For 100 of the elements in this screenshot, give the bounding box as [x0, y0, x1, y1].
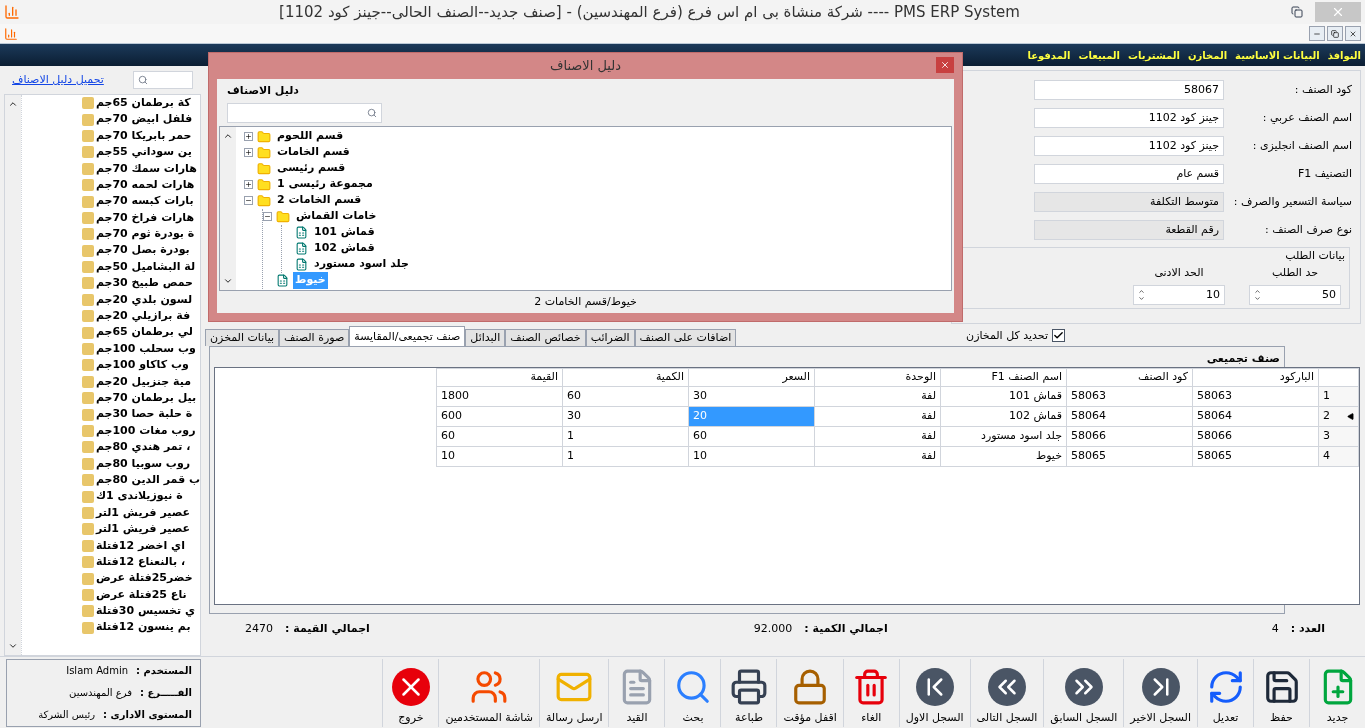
toolbar-button[interactable]: بحث	[664, 658, 721, 727]
tree-item[interactable]: مجموعة رئيسى 1	[275, 176, 375, 193]
column-header[interactable]: اسم الصنف F1	[940, 368, 1067, 387]
toolbar-button[interactable]: السجل التالى	[969, 658, 1044, 727]
list-item[interactable]: لسون بلدي 20جم	[95, 291, 193, 309]
tree-item[interactable]: جلد اسود مستورد	[312, 256, 411, 273]
toolbar-button[interactable]: الغاء	[842, 658, 899, 727]
column-header[interactable]: كود الصنف	[1066, 368, 1193, 387]
column-header[interactable]: السعر	[688, 368, 815, 387]
list-item[interactable]: هارات فراخ 70جم	[95, 209, 195, 227]
toolbar-button[interactable]: خروج	[382, 658, 439, 727]
tree-item[interactable]: قماش 101	[312, 224, 377, 241]
menu-item[interactable]: المدفوعا	[1027, 47, 1071, 63]
list-item[interactable]: بيل برطمان 70جم	[95, 390, 197, 407]
tree-item[interactable]: خامات القماش	[294, 208, 379, 225]
list-item[interactable]: لي برطمان 65جم	[95, 324, 193, 341]
column-header[interactable]: الباركود	[1192, 368, 1319, 387]
row-header[interactable]: 1	[1318, 386, 1359, 407]
tab[interactable]: بيانات المخزن	[205, 329, 279, 346]
text-field[interactable]: قسم عام	[1034, 164, 1224, 184]
list-item[interactable]: ، تمر هندي 80جم	[95, 439, 191, 456]
list-item[interactable]: خضر25فتلة عرض	[95, 570, 193, 587]
list-item[interactable]: ناع 25فتلة عرض	[95, 586, 187, 604]
tab[interactable]: البدائل	[465, 329, 506, 346]
expand-icon[interactable]	[244, 148, 253, 157]
row-header[interactable]: 3	[1318, 426, 1359, 447]
list-item[interactable]: ين سوداني 55جم	[95, 144, 192, 161]
text-field[interactable]: جينز كود 1102	[1034, 136, 1224, 156]
column-header[interactable]: القيمة	[436, 368, 563, 387]
column-header[interactable]: الوحدة	[814, 368, 941, 387]
load-catalog-link[interactable]: تحميل دليل الاصناف	[12, 71, 104, 89]
search-field[interactable]	[133, 71, 193, 89]
toolbar-button[interactable]: القيد	[608, 658, 665, 727]
menu-item[interactable]: البيانات الاساسية	[1235, 47, 1320, 63]
expand-icon[interactable]	[244, 180, 253, 189]
toolbar-button[interactable]: السجل الاول	[898, 658, 970, 727]
column-header[interactable]: الكمية	[562, 368, 689, 387]
text-field[interactable]: متوسط التكلفة	[1034, 192, 1224, 212]
list-item[interactable]: ة بودرة ثوم 70جم	[95, 226, 195, 243]
list-item[interactable]: اي اخضر 12فتلة	[95, 537, 185, 554]
list-item[interactable]: روب مغات 100جم	[95, 422, 196, 440]
row-header[interactable]: 2	[1318, 406, 1359, 427]
toolbar-button[interactable]: شاشة المستخدمين	[438, 658, 539, 727]
close-button[interactable]	[1345, 26, 1361, 41]
list-item[interactable]: فة برازيلي 20جم	[95, 308, 191, 325]
tab[interactable]: خصائص الصنف	[505, 329, 586, 346]
tab[interactable]: الضرائب	[585, 329, 635, 346]
list-item[interactable]: مية جنزبيل 20جم	[95, 373, 192, 391]
expand-icon[interactable]	[244, 132, 253, 141]
tree-item[interactable]: قسم اللحوم	[275, 128, 346, 145]
restore-icon[interactable]	[1291, 6, 1303, 18]
text-field[interactable]: 58067	[1034, 80, 1224, 100]
checkbox[interactable]	[1052, 329, 1065, 343]
list-item[interactable]: هارات سمك 70جم	[95, 160, 197, 177]
tab[interactable]: اضافات على الصنف	[634, 329, 737, 346]
list-item[interactable]: فلفل ابيض 70جم	[95, 111, 193, 128]
toolbar-button[interactable]: اقفل مؤقت	[776, 658, 843, 727]
toolbar-button[interactable]: تعديل	[1197, 658, 1253, 727]
list-item[interactable]: ب قمر الدين 80جم	[95, 471, 200, 489]
list-item[interactable]: وب كاكاو 100جم	[95, 357, 189, 374]
list-item[interactable]: حمص طبيخ 30جم	[95, 275, 193, 292]
list-item[interactable]: هارات لحمه 70جم	[95, 176, 195, 194]
toolbar-button[interactable]: السجل الاخير	[1123, 658, 1197, 727]
list-item[interactable]: ة نيوزيلاندى 1ك	[95, 488, 183, 505]
restore-button[interactable]	[1327, 26, 1343, 41]
list-item[interactable]: ي تخسيس 30فتلة	[95, 603, 196, 620]
text-field[interactable]: جينز كود 1102	[1034, 108, 1224, 128]
list-item[interactable]: كة برطمان 65جم	[95, 94, 191, 112]
toolbar-button[interactable]: جديد	[1309, 658, 1365, 727]
tab[interactable]: صورة الصنف	[279, 329, 350, 346]
toolbar-button[interactable]: طباعة	[720, 658, 777, 727]
toolbar-button[interactable]: حفظ	[1253, 658, 1309, 727]
row-header[interactable]: 4	[1318, 446, 1359, 467]
list-item[interactable]: ة حلبة حصا 30جم	[95, 406, 193, 423]
tree-item[interactable]: قسم الخامات 2	[275, 192, 364, 209]
scroll-down-icon[interactable]	[223, 276, 233, 286]
text-field[interactable]: رقم القطعة	[1034, 220, 1224, 240]
collapse-icon[interactable]	[263, 212, 272, 221]
number-spinner[interactable]: 50	[1249, 285, 1341, 305]
scroll-down-icon[interactable]	[7, 641, 18, 651]
search-field[interactable]	[227, 102, 382, 123]
tree-item[interactable]: قماش 102	[312, 240, 377, 257]
close-button[interactable]	[936, 57, 954, 73]
tree-item[interactable]: قسم الخامات	[275, 144, 352, 161]
tab[interactable]: صنف تجميعى/المقايسة	[349, 326, 466, 346]
menu-item[interactable]: المشتريات	[1128, 47, 1180, 63]
collapse-icon[interactable]	[244, 196, 253, 205]
tree-item[interactable]: قسم رئيسى	[275, 160, 348, 177]
toolbar-button[interactable]: السجل السابق	[1043, 658, 1124, 727]
list-item[interactable]: بم ينسون 12فتلة	[95, 619, 191, 636]
scroll-up-icon[interactable]	[7, 99, 18, 109]
list-item[interactable]: عصير فريش 1لتر	[95, 504, 191, 522]
number-spinner[interactable]: 10	[1133, 285, 1225, 305]
list-item[interactable]: عصير فريش 1لتر	[95, 521, 191, 538]
menu-item[interactable]: المبيعات	[1078, 47, 1121, 63]
list-item[interactable]: لة البشاميل 50جم	[95, 258, 196, 276]
menu-item[interactable]: المخازن	[1187, 47, 1228, 63]
list-item[interactable]: وب سحلب 100جم	[95, 340, 196, 358]
list-item[interactable]: روب سوبيا 80جم	[95, 455, 191, 473]
list-item[interactable]: بودرة بصل 70جم	[95, 242, 190, 259]
